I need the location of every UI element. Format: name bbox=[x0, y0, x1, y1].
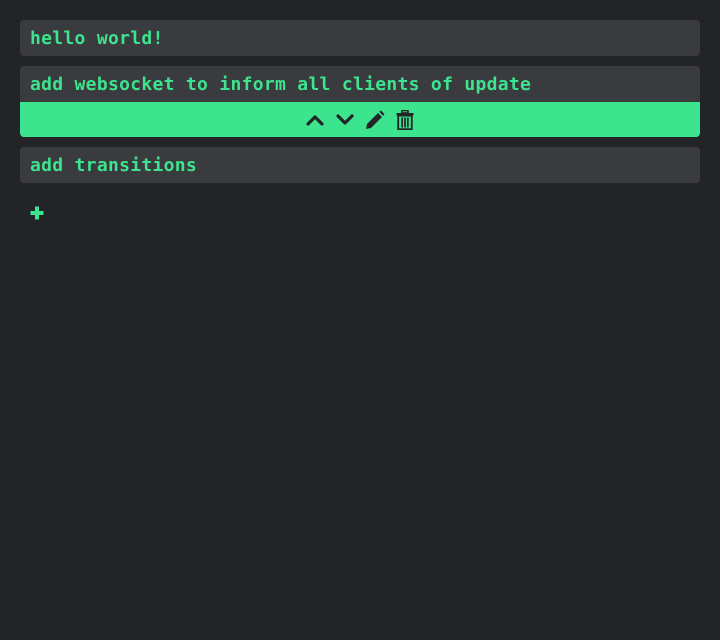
pencil-icon bbox=[366, 110, 385, 129]
todo-item-text[interactable]: hello world! bbox=[20, 20, 700, 56]
todo-item: add transitions bbox=[20, 147, 700, 183]
todo-item-selected: add websocket to inform all clients of u… bbox=[20, 66, 700, 137]
trash-icon bbox=[396, 109, 414, 130]
edit-button[interactable] bbox=[362, 106, 388, 134]
move-down-button[interactable] bbox=[332, 106, 358, 134]
delete-button[interactable] bbox=[392, 106, 418, 134]
move-up-button[interactable] bbox=[302, 106, 328, 134]
chevron-down-icon bbox=[336, 113, 354, 125]
plus-icon bbox=[30, 206, 44, 220]
todo-item-text[interactable]: add websocket to inform all clients of u… bbox=[20, 66, 700, 102]
todo-item: hello world! bbox=[20, 20, 700, 56]
add-todo-button[interactable] bbox=[29, 205, 45, 221]
todo-item-text[interactable]: add transitions bbox=[20, 147, 700, 183]
chevron-up-icon bbox=[306, 114, 324, 126]
todo-action-bar bbox=[20, 102, 700, 137]
todo-list: hello world! add websocket to inform all… bbox=[20, 20, 700, 193]
